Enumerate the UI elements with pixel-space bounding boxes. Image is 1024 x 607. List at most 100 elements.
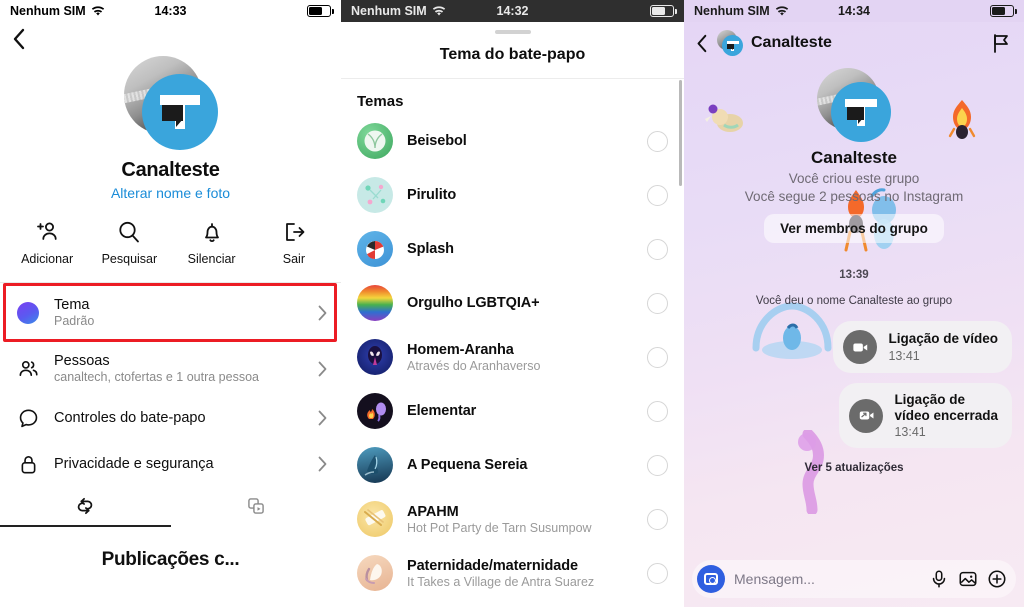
settings-rows: Tema Padrão Pessoas canaltech, ctofertas… bbox=[0, 283, 341, 487]
message-time: 13:41 bbox=[894, 425, 926, 440]
theme-radio[interactable] bbox=[647, 508, 668, 530]
carrier-label: Nenhum SIM bbox=[10, 4, 86, 18]
theme-radio[interactable] bbox=[647, 562, 668, 584]
theme-thumbnail-homem-aranha bbox=[357, 339, 393, 375]
timeline-timestamp: 13:39 bbox=[839, 269, 869, 281]
carrier-label: Nenhum SIM bbox=[694, 4, 770, 18]
chevron-right-icon bbox=[318, 456, 327, 472]
message-bubble-video-call-ended[interactable]: Ligação de vídeo encerrada 13:41 bbox=[839, 383, 1012, 449]
flag-icon[interactable] bbox=[990, 32, 1012, 54]
carrier-label: Nenhum SIM bbox=[351, 4, 427, 18]
system-message: Você deu o nome Canalteste ao grupo bbox=[755, 295, 953, 307]
wifi-icon bbox=[91, 5, 105, 17]
theme-thumbnail-splash bbox=[357, 231, 393, 267]
scrollbar[interactable] bbox=[679, 80, 682, 186]
list-item[interactable]: Orgulho LGBTQIA+ bbox=[341, 276, 684, 330]
people-icon bbox=[16, 357, 40, 381]
row-subtitle: Padrão bbox=[54, 314, 95, 328]
chevron-right-icon bbox=[318, 361, 327, 377]
list-item[interactable]: Elementar bbox=[341, 384, 684, 438]
chevron-right-icon bbox=[318, 410, 327, 426]
list-item[interactable]: A Pequena Sereia bbox=[341, 438, 684, 492]
theme-thumbnail-pirulito bbox=[357, 177, 393, 213]
back-button[interactable] bbox=[0, 22, 341, 50]
sheet-title: Tema do bate-papo bbox=[439, 46, 586, 63]
theme-radio[interactable] bbox=[647, 238, 668, 260]
microphone-icon[interactable] bbox=[929, 569, 949, 589]
lock-icon bbox=[16, 452, 40, 476]
camera-icon[interactable] bbox=[697, 565, 725, 593]
media-icon bbox=[246, 493, 266, 519]
plus-icon[interactable] bbox=[987, 569, 1007, 589]
bell-icon bbox=[199, 219, 225, 245]
chat-header-avatar[interactable] bbox=[717, 30, 743, 56]
theme-name: APAHM bbox=[407, 503, 459, 520]
theme-subtitle: Através do Aranhaverso bbox=[407, 358, 541, 373]
list-item[interactable]: APAHM Hot Pot Party de Tarn Susumpow bbox=[341, 492, 684, 546]
list-item[interactable]: Pirulito bbox=[341, 168, 684, 222]
avatar-logo bbox=[141, 74, 218, 150]
list-item[interactable]: Splash bbox=[341, 222, 684, 276]
theme-list: Beisebol Pirulito Splash Orgulho LGBTQIA… bbox=[341, 114, 684, 600]
message-input[interactable]: Mensagem... bbox=[734, 571, 920, 587]
page-title: Canalteste bbox=[121, 159, 220, 181]
action-adicionar[interactable]: Adicionar bbox=[6, 219, 88, 266]
row-title: Controles do bate-papo bbox=[54, 410, 206, 426]
theme-subtitle: Hot Pot Party de Tarn Susumpow bbox=[407, 520, 592, 535]
theme-radio[interactable] bbox=[647, 400, 668, 422]
panel-group-details: Nenhum SIM 14:33 Canalteste Alterar nome… bbox=[0, 0, 341, 607]
row-subtitle: canaltech, ctofertas e 1 outra pessoa bbox=[54, 370, 259, 384]
sheet-grabber[interactable] bbox=[494, 30, 531, 34]
row-title: Pessoas bbox=[54, 353, 110, 369]
action-pesquisar[interactable]: Pesquisar bbox=[88, 219, 170, 266]
theme-radio[interactable] bbox=[647, 346, 668, 368]
theme-name: Pirulito bbox=[407, 187, 457, 203]
chevron-left-icon bbox=[12, 28, 25, 50]
back-button[interactable] bbox=[696, 34, 709, 53]
action-sair[interactable]: Sair bbox=[253, 219, 335, 266]
group-name: Canalteste bbox=[811, 148, 897, 167]
list-item[interactable]: Paternidade/maternidade It Takes a Villa… bbox=[341, 546, 684, 600]
theme-radio[interactable] bbox=[647, 454, 668, 476]
view-updates-link[interactable]: Ver 5 atualizações bbox=[684, 462, 1024, 474]
action-silenciar[interactable]: Silenciar bbox=[171, 219, 253, 266]
sidebar-item-tema[interactable]: Tema Padrão bbox=[0, 283, 341, 342]
tab-shared-posts[interactable] bbox=[0, 493, 171, 527]
chat-title[interactable]: Canalteste bbox=[751, 34, 832, 52]
panel-theme-picker: Nenhum SIM 14:32 Tema do bate-papo Temas… bbox=[341, 0, 684, 607]
status-bar-1: Nenhum SIM 14:33 bbox=[0, 0, 341, 22]
sidebar-item-privacidade-e-seguranca[interactable]: Privacidade e segurança bbox=[0, 441, 341, 487]
group-avatar[interactable] bbox=[123, 56, 218, 150]
video-call-ended-icon bbox=[849, 398, 884, 433]
wifi-icon bbox=[775, 5, 789, 17]
list-item[interactable]: Beisebol bbox=[341, 114, 684, 168]
theme-thumbnail-orgulho bbox=[357, 285, 393, 321]
theme-radio[interactable] bbox=[647, 184, 668, 206]
battery-icon bbox=[650, 5, 677, 17]
add-person-icon bbox=[34, 219, 60, 245]
status-bar-3: Nenhum SIM 14:34 bbox=[684, 0, 1024, 22]
theme-name: Homem-Aranha bbox=[407, 341, 514, 358]
view-group-members-button[interactable]: Ver membros do grupo bbox=[764, 214, 944, 243]
sidebar-item-controles-do-bate-papo[interactable]: Controles do bate-papo bbox=[0, 395, 341, 441]
list-item[interactable]: Homem-Aranha Através do Aranhaverso bbox=[341, 330, 684, 384]
tab-media[interactable] bbox=[171, 493, 342, 527]
theme-radio[interactable] bbox=[647, 130, 668, 152]
edit-name-photo-link[interactable]: Alterar nome e foto bbox=[0, 185, 341, 201]
theme-thumbnail-beisebol bbox=[357, 123, 393, 159]
message-bubble-video-call[interactable]: Ligação de vídeo 13:41 bbox=[833, 321, 1012, 373]
chevron-left-icon bbox=[696, 34, 709, 53]
section-heading-publicacoes: Publicações c... bbox=[101, 549, 240, 570]
action-label: Pesquisar bbox=[101, 252, 158, 266]
avatar-logo bbox=[722, 35, 743, 56]
action-label: Adicionar bbox=[21, 252, 74, 266]
chat-bubble-icon bbox=[16, 406, 40, 430]
chevron-right-icon bbox=[318, 305, 327, 321]
group-avatar[interactable] bbox=[817, 68, 891, 142]
image-icon[interactable] bbox=[958, 569, 978, 589]
three-phone-screenshots: Nenhum SIM 14:33 Canalteste Alterar nome… bbox=[0, 0, 1024, 607]
sidebar-item-pessoas[interactable]: Pessoas canaltech, ctofertas e 1 outra p… bbox=[0, 342, 341, 395]
theme-name: Orgulho LGBTQIA+ bbox=[407, 295, 540, 311]
theme-radio[interactable] bbox=[647, 292, 668, 314]
wifi-icon bbox=[432, 5, 446, 17]
